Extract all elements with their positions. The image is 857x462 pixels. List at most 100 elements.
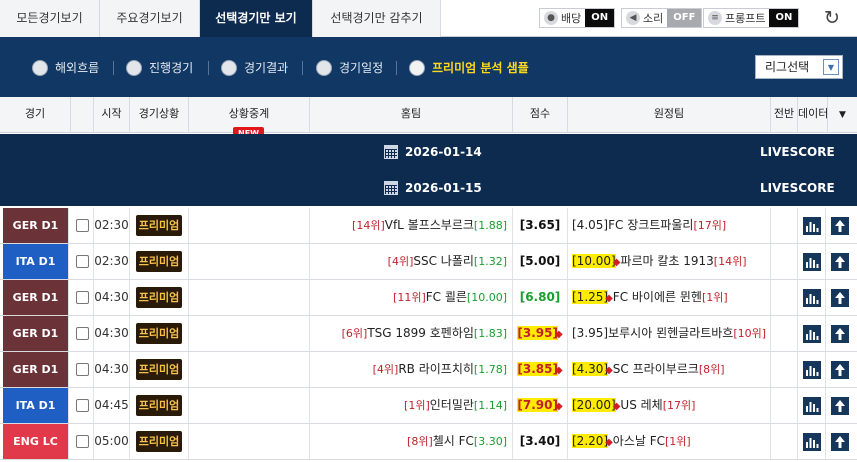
bar-chart-icon[interactable] [803,252,821,271]
divider [302,61,303,75]
table-row[interactable]: GER D1 02:30 프리미엄 [14위]VfL 볼프스부르크[1.88] [3.6… [0,208,857,244]
col-sort[interactable]: ▼ [828,97,857,133]
score-cell: [5.00] [513,244,568,279]
col-score: 점수 [513,97,568,133]
away-team[interactable]: [4.30]◆SC 프라이부르크[8위] [568,352,771,387]
bar-chart-icon[interactable] [803,432,821,451]
league-badge[interactable]: GER D1 [3,352,69,387]
arrow-up-icon[interactable] [831,252,849,271]
arrow-up-icon[interactable] [831,288,849,307]
home-team[interactable]: [4위]RB 라이프치히[1.78] [310,352,513,387]
select-checkbox[interactable] [71,388,94,423]
col-data: 데이터 [798,97,828,133]
table-row[interactable]: GER D1 04:30 프리미엄 [4위]RB 라이프치히[1.78] [3.85]◆… [0,352,857,388]
arrow-up-icon[interactable] [831,396,849,415]
league-badge[interactable]: ITA D1 [3,388,69,423]
league-badge[interactable]: ENG LC [3,424,69,459]
premium-badge[interactable]: 프리미엄 [136,395,182,416]
table-row[interactable]: ITA D1 04:45 프리미엄 [1위]인터밀란[1.14] [7.90]◆ [20.… [0,388,857,424]
score-cell: [3.95]◆ [513,316,568,351]
bar-chart-icon[interactable] [803,396,821,415]
sound-toggle[interactable]: ◀ 소리 OFF [621,8,703,28]
checkbox-icon[interactable] [75,363,89,376]
filter-overseas-flow[interactable]: 해외흐름 [32,59,99,76]
table-row[interactable]: GER D1 04:30 프리미엄 [6위]TSG 1899 호펜하임[1.83] [3… [0,316,857,352]
status-cell: 프리미엄 [130,208,189,243]
league-badge[interactable]: GER D1 [3,208,69,243]
league-select[interactable]: 리그선택 ▼ [755,55,843,79]
select-checkbox[interactable] [71,316,94,351]
select-checkbox[interactable] [71,208,94,243]
home-team[interactable]: [1위]인터밀란[1.14] [310,388,513,423]
league-badge[interactable]: ITA D1 [3,244,69,279]
away-team[interactable]: [2.20]◆아스날 FC[1위] [568,424,771,459]
bar-chart-icon[interactable] [803,216,821,235]
tab-selected-only[interactable]: 선택경기만 보기 [200,0,313,37]
filter-live-matches[interactable]: 진행경기 [126,59,193,76]
tab-hide-selected[interactable]: 선택경기만 감추기 [313,0,441,37]
filter-results[interactable]: 경기결과 [221,59,288,76]
filter-premium-sample[interactable]: 프리미엄 분석 샘플 [409,59,529,76]
home-team[interactable]: [4위]SSC 나폴리[1.32] [310,244,513,279]
checkbox-icon[interactable] [75,327,89,340]
home-team[interactable]: [8위]첼시 FC[3.30] [310,424,513,459]
col-first-half: 전반 [771,97,798,133]
filter-label: 프리미엄 분석 샘플 [432,61,529,75]
bar-chart-icon[interactable] [803,360,821,379]
sound-toggle-label: 소리 [643,12,664,25]
score-value: [6.80] [519,290,561,304]
away-team[interactable]: [20.00]◆US 레체[17위] [568,388,771,423]
home-team[interactable]: [6위]TSG 1899 호펜하임[1.83] [310,316,513,351]
away-team[interactable]: [10.00]◆파르마 칼초 1913[14위] [568,244,771,279]
premium-badge[interactable]: 프리미엄 [136,323,182,344]
table-row[interactable]: ITA D1 02:30 프리미엄 [4위]SSC 나폴리[1.32] [5.00] [1… [0,244,857,280]
first-half-cell [771,352,798,387]
select-checkbox[interactable] [71,424,94,459]
league-badge[interactable]: GER D1 [3,280,69,315]
home-team[interactable]: [11위]FC 쾰른[10.00] [310,280,513,315]
premium-badge[interactable]: 프리미엄 [136,251,182,272]
livescore-link[interactable]: LIVESCORE [760,145,835,159]
checkbox-icon[interactable] [75,435,89,448]
arrow-up-icon[interactable] [831,324,849,343]
radio-icon [221,59,237,76]
bar-chart-icon[interactable] [803,288,821,307]
arrow-up-icon[interactable] [831,360,849,379]
table-row[interactable]: GER D1 04:30 프리미엄 [11위]FC 쾰른[10.00] [6.80] [1… [0,280,857,316]
score-cell: [3.65] [513,208,568,243]
bar-chart-icon[interactable] [803,324,821,343]
home-team[interactable]: [14위]VfL 볼프스부르크[1.88] [310,208,513,243]
filter-schedule[interactable]: 경기일정 [316,59,383,76]
select-checkbox[interactable] [71,244,94,279]
first-half-cell [771,388,798,423]
premium-badge[interactable]: 프리미엄 [136,431,182,452]
score-value: [3.65] [519,218,561,232]
checkbox-icon[interactable] [75,399,89,412]
home-rank: [4위] [372,363,399,376]
away-team[interactable]: [1.25]◆FC 바이에른 뮌헨[1위] [568,280,771,315]
table-header: 경기 시작 경기상황 상황중계 홈팀 점수 원정팀 전반 데이터 ▼ [0,97,857,133]
refresh-icon[interactable]: ↻ [821,6,843,30]
arrow-up-icon[interactable] [831,432,849,451]
away-team[interactable]: [3.95]보루시아 묀헨글라트바흐[10위] [568,316,771,351]
checkbox-icon[interactable] [75,255,89,268]
premium-badge[interactable]: 프리미엄 [136,287,182,308]
checkbox-icon[interactable] [75,291,89,304]
checkbox-icon[interactable] [75,219,89,232]
away-team[interactable]: [4.05]FC 장크트파울리[17위] [568,208,771,243]
tab-all-matches[interactable]: 모든경기보기 [0,0,100,37]
livescore-link[interactable]: LIVESCORE [760,181,835,195]
odds-toggle[interactable]: ● 배당 ON [539,8,616,28]
league-badge[interactable]: GER D1 [3,316,69,351]
arrow-up-icon[interactable] [831,216,849,235]
select-checkbox[interactable] [71,280,94,315]
premium-badge[interactable]: 프리미엄 [136,215,182,236]
list-icon: ≡ [708,11,722,25]
table-row[interactable]: ENG LC 05:00 프리미엄 [8위]첼시 FC[3.30] [3.40] [2.2… [0,424,857,460]
select-checkbox[interactable] [71,352,94,387]
premium-badge[interactable]: 프리미엄 [136,359,182,380]
calendar-icon [384,145,398,159]
tab-main-matches[interactable]: 주요경기보기 [100,0,200,37]
prompt-toggle[interactable]: ≡ 프롱프트 ON [703,8,800,28]
away-odds: [2.20] [572,434,609,448]
